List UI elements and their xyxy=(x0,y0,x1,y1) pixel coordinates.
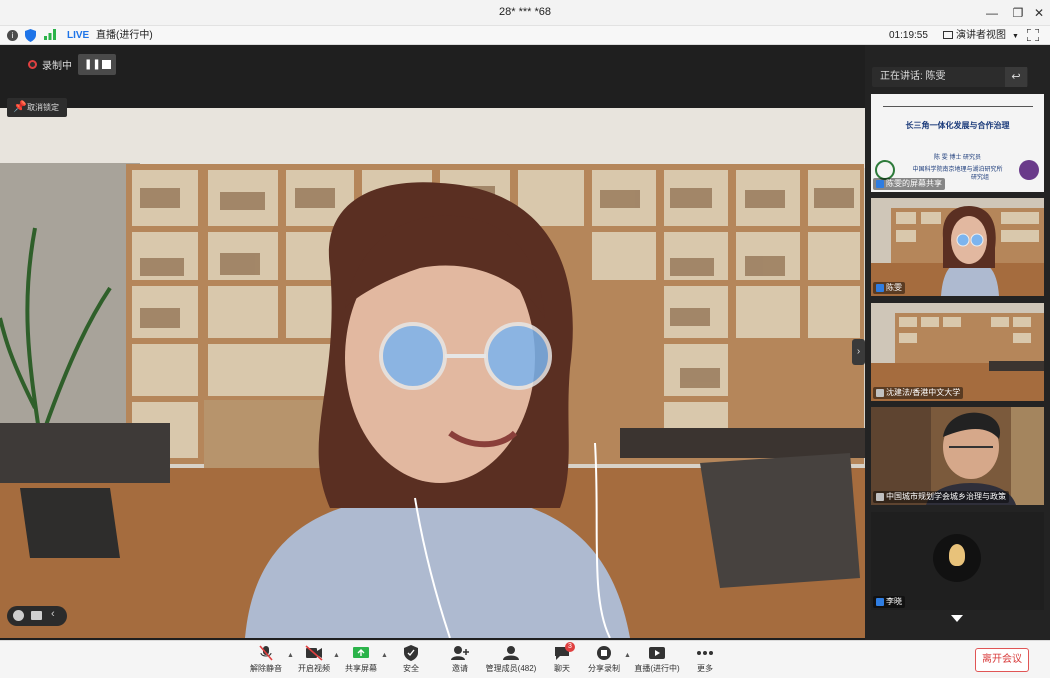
mic-muted-icon xyxy=(259,645,273,661)
view-mode-label: 演讲者视图 xyxy=(956,30,1006,41)
participant-tile-shenjianfa[interactable]: 沈建法/香港中文大学 xyxy=(871,303,1044,401)
share-screen-label: 共享屏幕 xyxy=(345,664,377,673)
chat-label: 聊天 xyxy=(554,664,570,673)
slide-org-suffix: 研究组 xyxy=(971,175,990,181)
live-label: 直播(进行中) xyxy=(634,664,680,673)
tile-label: 中国城市规划学会城乡治理与政策 xyxy=(873,491,1009,503)
participant-panel: 正在讲话: 陈雯 ↩ 长三角一体化发展与合作治理 陈 雯 博士 研究员 中国科学… xyxy=(865,45,1050,640)
slide-author: 陈 雯 博士 研究员 xyxy=(933,155,981,161)
video-off-icon xyxy=(305,645,323,661)
recording-label: 录制中 xyxy=(42,61,72,72)
share-recording-button[interactable]: 分享录制 xyxy=(586,645,622,677)
caption-icon[interactable] xyxy=(31,611,42,620)
tile-label: 李晓 xyxy=(873,596,905,608)
chevron-up-icon[interactable]: ▲ xyxy=(287,652,294,659)
grid-icon xyxy=(943,31,953,40)
slide-divider xyxy=(883,106,1033,107)
collapse-panel-button[interactable]: › xyxy=(852,339,865,365)
restore-icon[interactable]: ❐ xyxy=(1007,3,1029,23)
meeting-timer: 01:19:55 xyxy=(889,30,928,41)
chat-badge: 3 xyxy=(565,642,575,652)
more-icon xyxy=(697,651,713,655)
unmute-label: 解除静音 xyxy=(250,664,282,673)
unpin-label: 取消锁定 xyxy=(27,103,59,112)
caption-controls: ‹ xyxy=(7,606,67,626)
signal-icon[interactable] xyxy=(44,29,56,44)
scroll-down-icon[interactable] xyxy=(951,615,963,622)
title-bar: 28* *** *68 — ❐ ✕ xyxy=(0,0,1050,26)
slide-title: 长三角一体化发展与合作治理 xyxy=(905,121,1010,130)
share-recording-label: 分享录制 xyxy=(588,664,620,673)
main-stage: 录制中 ❚❚ 📌 取消锁定 ‹ › xyxy=(0,45,865,640)
invite-button[interactable]: 邀请 xyxy=(445,645,475,677)
emoji-icon[interactable] xyxy=(13,610,24,621)
members-icon xyxy=(503,646,519,660)
shield-icon xyxy=(404,645,418,661)
chevron-up-icon[interactable]: ▲ xyxy=(624,652,631,659)
chevron-up-icon[interactable]: ▲ xyxy=(381,652,388,659)
live-icon xyxy=(649,647,665,659)
user-icon xyxy=(876,179,884,188)
live-status[interactable]: 直播(进行中) xyxy=(96,28,153,43)
tile-label: 沈建法/香港中文大学 xyxy=(873,387,964,399)
slide-logo-left xyxy=(875,160,895,180)
invite-label: 邀请 xyxy=(452,664,468,673)
security-button[interactable]: 安全 xyxy=(396,645,426,677)
chat-button[interactable]: 3 聊天 xyxy=(548,642,576,677)
participant-tile-lixiao[interactable]: 李晓 xyxy=(871,512,1044,610)
speaker-video xyxy=(0,108,865,638)
view-mode-button[interactable]: 演讲者视图 ▼ xyxy=(943,28,1019,43)
chevron-left-icon[interactable]: ‹ xyxy=(51,608,55,620)
invite-icon xyxy=(451,646,469,660)
more-button[interactable]: 更多 xyxy=(692,645,718,677)
fullscreen-icon[interactable] xyxy=(1026,28,1040,44)
record-dot-icon xyxy=(28,60,37,69)
info-bar: i LIVE 直播(进行中) 01:19:55 演讲者视图 ▼ xyxy=(0,26,1050,45)
participant-tile-chenwen[interactable]: 陈雯 xyxy=(871,198,1044,296)
participant-tile-urban-planning[interactable]: 中国城市规划学会城乡治理与政策 xyxy=(871,407,1044,505)
leave-meeting-button[interactable]: 离开会议 xyxy=(975,648,1029,672)
flame-icon xyxy=(949,544,965,566)
record-icon xyxy=(597,646,611,660)
chevron-up-icon[interactable]: ▲ xyxy=(333,652,340,659)
window-title: 28* *** *68 xyxy=(499,6,551,18)
share-screen-icon xyxy=(353,647,369,658)
close-icon[interactable]: ✕ xyxy=(1028,3,1050,23)
meeting-window: 28* *** *68 — ❐ ✕ i LIVE 直播(进行中) 01:19:5… xyxy=(0,0,1050,678)
unmute-button[interactable]: 解除静音 xyxy=(246,645,286,677)
mic-muted-icon xyxy=(876,492,884,501)
meeting-toolbar: 解除静音 ▲ 开启视频 ▲ 共享屏幕 ▲ 安全 邀请 管理成员(482) 3 聊… xyxy=(0,640,1050,678)
share-screen-button[interactable]: 共享屏幕 xyxy=(342,645,380,677)
live-indicator: LIVE xyxy=(67,30,90,41)
minimize-icon[interactable]: — xyxy=(981,3,1003,23)
mic-muted-icon xyxy=(876,388,884,397)
tile-label: 陈雯 xyxy=(873,282,905,294)
stop-icon[interactable] xyxy=(102,60,111,69)
live-button[interactable]: 直播(进行中) xyxy=(634,645,680,677)
unpin-button[interactable]: 📌 取消锁定 xyxy=(7,98,67,117)
start-video-label: 开启视频 xyxy=(298,664,330,673)
user-icon xyxy=(876,597,884,606)
tile-label: 陈雯的屏幕共享 xyxy=(873,178,945,190)
start-video-button[interactable]: 开启视频 xyxy=(296,645,332,677)
info-icon[interactable]: i xyxy=(7,30,18,41)
security-label: 安全 xyxy=(403,664,419,673)
user-icon xyxy=(876,283,884,292)
participant-tile-screen-share[interactable]: 长三角一体化发展与合作治理 陈 雯 博士 研究员 中国科学院南京地理与湖泊研究所… xyxy=(871,94,1044,192)
manage-members-label: 管理成员(482) xyxy=(485,664,537,673)
manage-members-button[interactable]: 管理成员(482) xyxy=(484,645,538,677)
security-shield-icon[interactable] xyxy=(25,29,36,44)
avatar xyxy=(933,534,981,582)
more-label: 更多 xyxy=(697,664,713,673)
pin-icon: 📌 xyxy=(13,101,27,113)
chevron-down-icon: ▼ xyxy=(1012,33,1019,40)
back-arrow-icon[interactable]: ↩ xyxy=(1005,67,1027,87)
slide-logo-right xyxy=(1019,160,1039,180)
